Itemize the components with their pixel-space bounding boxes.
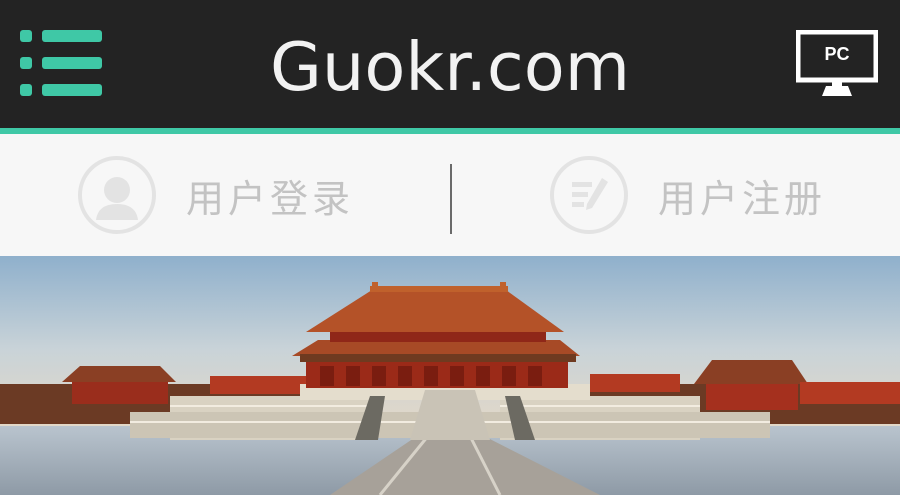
auth-divider — [450, 164, 452, 234]
site-logo[interactable]: Guokr.com — [0, 26, 900, 108]
monitor-icon — [795, 29, 879, 96]
edit-form-icon — [550, 156, 628, 234]
login-label: 用户登录 — [186, 176, 355, 221]
register-label: 用户注册 — [658, 176, 827, 221]
pc-version-button[interactable]: PC — [795, 29, 879, 98]
top-header: Guokr.com PC — [0, 0, 900, 128]
register-button[interactable]: 用户注册 — [550, 134, 826, 256]
pc-label: PC — [824, 44, 850, 64]
user-avatar-icon — [78, 156, 156, 234]
login-button[interactable]: 用户登录 — [78, 134, 354, 256]
palace-hall-photo[interactable] — [0, 256, 900, 495]
auth-bar: 用户登录 用户注册 — [0, 134, 900, 256]
